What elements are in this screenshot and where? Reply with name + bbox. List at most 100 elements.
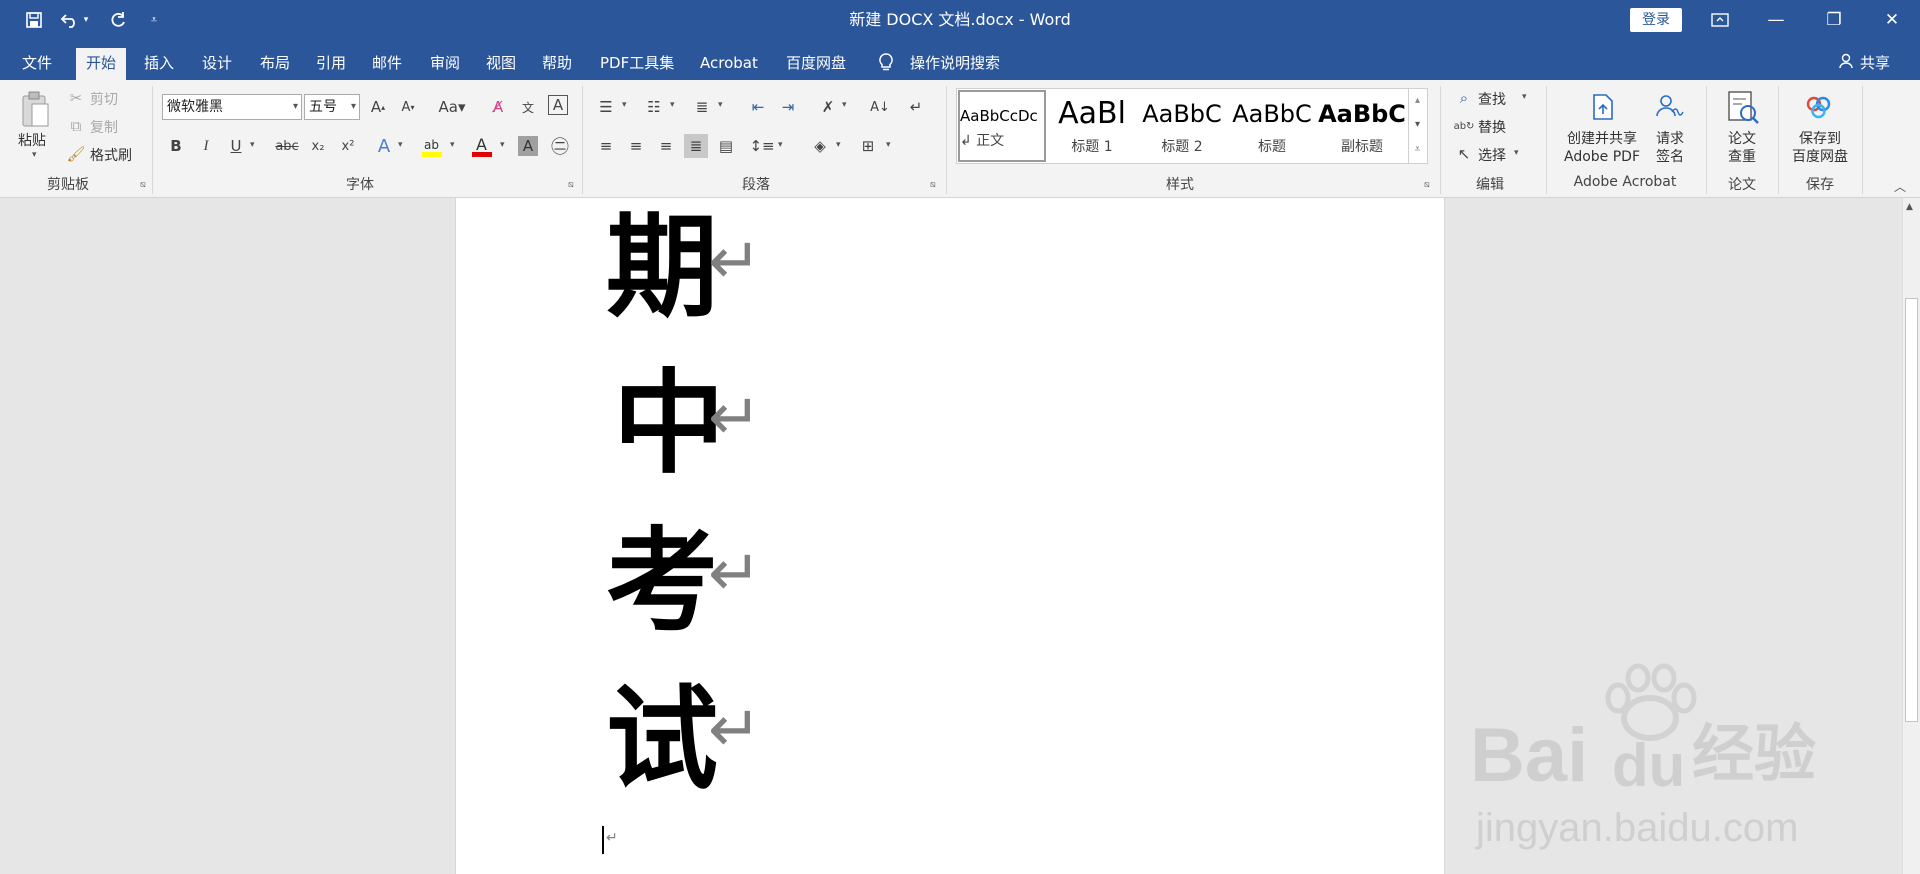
- paper-check-button[interactable]: 论文 查重: [1718, 130, 1766, 166]
- tab-design[interactable]: 设计: [192, 48, 242, 80]
- highlight-dropdown-icon[interactable]: ▾: [450, 140, 455, 150]
- cut-button[interactable]: 剪切: [90, 89, 118, 109]
- format-painter-icon[interactable]: 🖌: [64, 142, 88, 166]
- borders-icon[interactable]: ⊞: [856, 134, 880, 158]
- change-case-icon[interactable]: Aa▾: [434, 95, 470, 119]
- paragraph-launcher-icon[interactable]: ⧅: [930, 180, 936, 190]
- scroll-up-icon[interactable]: ▲: [1906, 202, 1913, 212]
- subscript-button[interactable]: x₂: [306, 134, 330, 158]
- paste-icon[interactable]: [20, 90, 52, 130]
- copy-icon[interactable]: ⧉: [64, 114, 88, 138]
- format-painter-button[interactable]: 格式刷: [90, 145, 132, 165]
- copy-button[interactable]: 复制: [90, 117, 118, 137]
- underline-button[interactable]: U: [224, 134, 248, 158]
- style-subtitle[interactable]: AaBbC 副标题: [1318, 90, 1406, 162]
- login-button[interactable]: 登录: [1630, 8, 1682, 32]
- font-color-icon[interactable]: A: [470, 134, 494, 158]
- select-icon[interactable]: ↖: [1452, 142, 1476, 166]
- style-heading-1[interactable]: AaBl 标题 1: [1048, 90, 1136, 162]
- vertical-scrollbar[interactable]: ▲: [1902, 198, 1920, 874]
- paste-dropdown-icon[interactable]: ▾: [32, 150, 37, 160]
- superscript-button[interactable]: x²: [336, 134, 360, 158]
- find-button[interactable]: 查找: [1478, 89, 1506, 109]
- tab-file[interactable]: 文件: [12, 48, 62, 80]
- chinese-layout-icon[interactable]: ✗: [816, 95, 840, 119]
- font-name-combo[interactable]: 微软雅黑 ▾: [162, 94, 302, 120]
- select-button[interactable]: 选择: [1478, 145, 1506, 165]
- bullets-dropdown-icon[interactable]: ▾: [622, 100, 627, 110]
- find-icon[interactable]: ⌕: [1452, 86, 1476, 110]
- styles-more-icon[interactable]: ⩡: [1408, 137, 1426, 163]
- replace-button[interactable]: 替换: [1478, 117, 1506, 137]
- minimize-icon[interactable]: —: [1748, 0, 1804, 40]
- collapse-ribbon-icon[interactable]: ︿: [1894, 178, 1906, 195]
- grow-font-icon[interactable]: A ▴: [366, 95, 390, 119]
- cut-icon[interactable]: ✂: [64, 86, 88, 110]
- borders-dropdown-icon[interactable]: ▾: [886, 140, 891, 150]
- numbering-icon[interactable]: ☷: [642, 95, 666, 119]
- increase-indent-icon[interactable]: ⇥: [776, 95, 800, 119]
- shading-dropdown-icon[interactable]: ▾: [836, 140, 841, 150]
- show-marks-icon[interactable]: ↵: [904, 95, 928, 119]
- align-right-icon[interactable]: ≡: [654, 134, 678, 158]
- clear-formatting-icon[interactable]: A̸: [486, 95, 510, 119]
- paste-button[interactable]: 粘贴: [18, 130, 46, 150]
- select-dropdown-icon[interactable]: ▾: [1514, 148, 1519, 158]
- shrink-font-icon[interactable]: A ▾: [396, 95, 420, 119]
- ribbon-display-options-icon[interactable]: [1692, 0, 1748, 40]
- strikethrough-button[interactable]: abc: [272, 134, 302, 158]
- bold-button[interactable]: B: [164, 134, 188, 158]
- justify-icon[interactable]: ≣: [684, 134, 708, 158]
- tab-layout[interactable]: 布局: [250, 48, 300, 80]
- line-spacing-icon[interactable]: ↕≡: [749, 134, 774, 158]
- bullets-icon[interactable]: ☰: [594, 95, 618, 119]
- phonetic-guide-icon[interactable]: 文: [516, 95, 540, 119]
- tab-baidu-netdisk[interactable]: 百度网盘: [776, 48, 856, 80]
- chinese-layout-dropdown-icon[interactable]: ▾: [842, 100, 847, 110]
- multilevel-list-icon[interactable]: ≣: [690, 95, 714, 119]
- underline-dropdown-icon[interactable]: ▾: [250, 140, 255, 150]
- align-center-icon[interactable]: ≡: [624, 134, 648, 158]
- baidu-netdisk-icon[interactable]: [1804, 94, 1834, 120]
- find-dropdown-icon[interactable]: ▾: [1522, 92, 1527, 102]
- style-heading-2[interactable]: AaBbC 标题 2: [1138, 90, 1226, 162]
- tab-pdf-tools[interactable]: PDF工具集: [590, 48, 684, 80]
- paper-check-icon[interactable]: [1726, 90, 1760, 126]
- numbering-dropdown-icon[interactable]: ▾: [670, 100, 675, 110]
- tab-mailings[interactable]: 邮件: [362, 48, 412, 80]
- distributed-icon[interactable]: ▤: [714, 134, 738, 158]
- tell-me-search[interactable]: 操作说明搜索: [900, 48, 1010, 80]
- font-launcher-icon[interactable]: ⧅: [568, 180, 574, 190]
- request-signature-button[interactable]: 请求 签名: [1648, 130, 1692, 166]
- style-title[interactable]: AaBbC 标题: [1228, 90, 1316, 162]
- clipboard-launcher-icon[interactable]: ⧅: [140, 180, 146, 190]
- share-button[interactable]: 共享: [1850, 48, 1900, 80]
- restore-icon[interactable]: ❐: [1806, 0, 1862, 40]
- character-border-icon[interactable]: A: [548, 95, 568, 115]
- line-spacing-dropdown-icon[interactable]: ▾: [778, 140, 783, 150]
- styles-scroll-up-icon[interactable]: ▴: [1408, 89, 1426, 113]
- shading-icon[interactable]: ◈: [808, 134, 832, 158]
- sort-icon[interactable]: A↓: [868, 95, 892, 119]
- font-size-combo[interactable]: 五号 ▾: [304, 94, 360, 120]
- tab-review[interactable]: 审阅: [420, 48, 470, 80]
- font-color-dropdown-icon[interactable]: ▾: [500, 140, 505, 150]
- tab-acrobat[interactable]: Acrobat: [690, 48, 768, 80]
- styles-scroll-down-icon[interactable]: ▾: [1408, 113, 1426, 137]
- scrollbar-thumb[interactable]: [1905, 298, 1918, 722]
- enclose-characters-icon[interactable]: ㊁: [548, 134, 572, 158]
- tab-help[interactable]: 帮助: [532, 48, 582, 80]
- styles-launcher-icon[interactable]: ⧅: [1424, 180, 1430, 190]
- tab-view[interactable]: 视图: [476, 48, 526, 80]
- create-pdf-icon[interactable]: [1588, 92, 1616, 122]
- save-to-baidu-button[interactable]: 保存到 百度网盘: [1786, 130, 1854, 166]
- tab-home[interactable]: 开始: [76, 48, 127, 80]
- character-shading-icon[interactable]: A: [518, 136, 538, 156]
- text-effects-dropdown-icon[interactable]: ▾: [398, 140, 403, 150]
- request-signature-icon[interactable]: [1654, 92, 1684, 122]
- close-icon[interactable]: ✕: [1864, 0, 1920, 40]
- italic-button[interactable]: I: [194, 134, 218, 158]
- replace-icon[interactable]: ab↻: [1452, 114, 1476, 138]
- document-page[interactable]: 期 ↵ 中 ↵ 考 ↵ 试 ↵ ↵: [455, 198, 1445, 874]
- multilevel-dropdown-icon[interactable]: ▾: [718, 100, 723, 110]
